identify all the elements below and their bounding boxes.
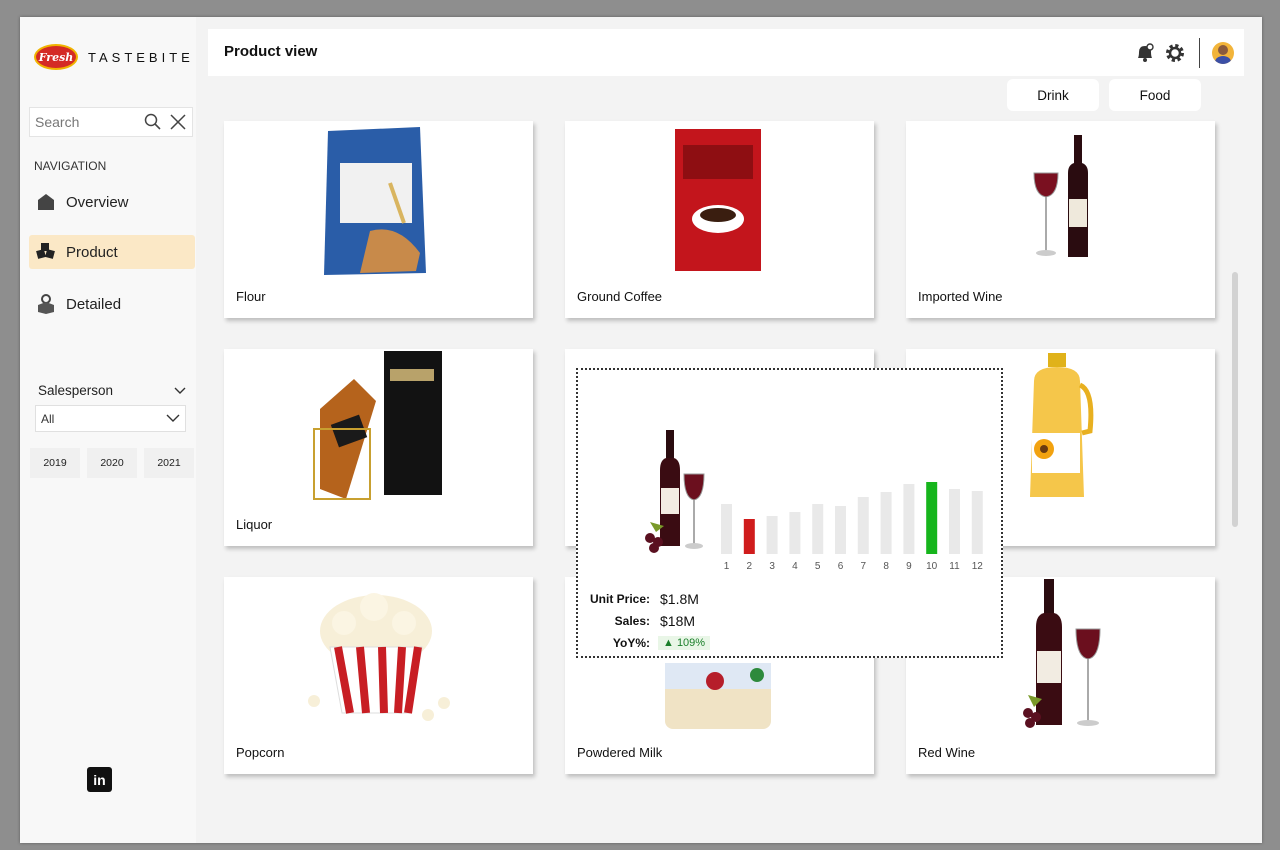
monthly-sales-chart: 1 2 3 4 5 6 7 8 9 10 11 12	[721, 482, 984, 572]
flour-image	[324, 127, 426, 275]
brand-logo: Fresh TASTEBITE	[34, 44, 194, 70]
oil-bottle-image	[1030, 353, 1094, 497]
bar-month-6	[835, 506, 846, 554]
bar-month-11	[949, 489, 960, 554]
x-tick-label: 3	[769, 561, 775, 572]
red-wine-image	[1023, 579, 1101, 728]
unit-price-row: Unit Price: $1.8M	[586, 588, 710, 610]
salesperson-slicer-header[interactable]: Salesperson	[38, 383, 186, 398]
x-tick-label: 1	[724, 561, 730, 572]
yoy-value-badge: ▲ 109%	[658, 636, 711, 650]
product-label: Popcorn	[236, 745, 285, 760]
yoy-label: YoY%:	[612, 636, 650, 650]
food-filter-button[interactable]: Food	[1109, 79, 1201, 111]
search-icon[interactable]	[142, 111, 164, 133]
x-tick-label: 11	[949, 561, 960, 572]
year-button-2020[interactable]: 2020	[87, 448, 137, 478]
milk-tin-image	[665, 663, 771, 729]
year-button-2019[interactable]: 2019	[30, 448, 80, 478]
x-tick-label: 9	[906, 561, 912, 572]
page-title: Product view	[224, 43, 318, 60]
brand-badge: Fresh	[34, 44, 78, 70]
year-button-2021[interactable]: 2021	[144, 448, 194, 478]
clear-icon[interactable]	[167, 111, 189, 133]
popcorn-image	[308, 593, 450, 721]
bar-month-9	[903, 484, 915, 554]
product-tooltip: 1 2 3 4 5 6 7 8 9 10 11 12 Unit Price: $1.8M Sales:…	[576, 368, 1003, 658]
product-card-imported-wine[interactable]: Imported Wine	[906, 121, 1215, 318]
unit-price-label: Unit Price:	[589, 592, 650, 606]
nav-item-label: Product	[66, 243, 118, 261]
bell-icon[interactable]	[1133, 41, 1157, 65]
avatar[interactable]	[1212, 42, 1234, 64]
product-label: Powdered Milk	[577, 745, 663, 760]
app-window: Fresh TASTEBITE Search NAVIGATION Overvi…	[20, 17, 1262, 843]
tooltip-wine-image	[645, 430, 705, 553]
x-tick-label: 8	[883, 561, 889, 572]
x-tick-label: 2	[747, 561, 753, 572]
wine-bottle-image	[1033, 135, 1088, 257]
bar-month-10	[926, 482, 938, 554]
bar-month-3	[766, 516, 778, 554]
search-box[interactable]: Search	[29, 107, 193, 137]
salesperson-label: Salesperson	[38, 383, 114, 398]
bar-month-1	[721, 504, 732, 554]
x-tick-label: 4	[792, 561, 798, 572]
nav-item-overview[interactable]: Overview	[29, 185, 195, 219]
vertical-scrollbar[interactable]	[1232, 272, 1238, 527]
bar-month-5	[812, 504, 824, 554]
product-label: Red Wine	[918, 745, 976, 760]
x-tick-label: 7	[861, 561, 867, 572]
nav-item-label: Detailed	[66, 295, 122, 313]
bar-month-12	[971, 491, 983, 554]
gear-box-icon	[35, 293, 57, 315]
product-label: Ground Coffee	[577, 289, 663, 304]
product-label: Flour	[236, 289, 266, 304]
navigation-title: NAVIGATION	[34, 159, 107, 173]
product-label: Liquor	[236, 517, 273, 532]
x-tick-label: 12	[972, 561, 984, 572]
bar-month-7	[857, 497, 869, 554]
chevron-down-icon[interactable]	[174, 383, 186, 398]
product-label: Imported Wine	[918, 289, 1003, 304]
brand-name: TASTEBITE	[88, 49, 194, 65]
header-actions	[1133, 38, 1234, 68]
chevron-down-icon	[166, 412, 180, 426]
yoy-row: YoY%: ▲ 109%	[586, 632, 711, 654]
nav-item-label: Overview	[66, 193, 129, 211]
product-card-popcorn[interactable]: Popcorn	[224, 577, 533, 774]
tooltip-metrics: Unit Price: $1.8M Sales: $18M YoY%: ▲ 10…	[586, 588, 711, 654]
nav-item-product[interactable]: Product	[29, 235, 195, 269]
sales-label: Sales:	[614, 614, 650, 628]
product-card-liquor[interactable]: Liquor	[224, 349, 533, 546]
unit-price-value: $1.8M	[660, 591, 699, 607]
product-card-ground-coffee[interactable]: Ground Coffee	[565, 121, 874, 318]
x-tick-label: 10	[926, 561, 938, 572]
drink-filter-button[interactable]: Drink	[1007, 79, 1099, 111]
x-tick-label: 6	[838, 561, 844, 572]
header-divider	[1199, 38, 1200, 68]
gear-icon[interactable]	[1163, 41, 1187, 65]
product-card-flour[interactable]: Flour	[224, 121, 533, 318]
sales-value: $18M	[660, 613, 696, 629]
year-slicer: 2019 2020 2021	[30, 448, 194, 478]
salesperson-value: All	[41, 411, 55, 426]
salesperson-dropdown[interactable]: All	[35, 405, 186, 432]
nav-item-detailed[interactable]: Detailed	[29, 287, 195, 321]
search-input[interactable]: Search	[35, 114, 142, 130]
header-bar: Product view	[208, 29, 1244, 76]
x-tick-label: 5	[815, 561, 821, 572]
liquor-image	[313, 351, 442, 500]
boxes-icon	[35, 241, 57, 263]
bar-month-2	[743, 519, 755, 554]
house-icon	[35, 191, 57, 213]
linkedin-icon[interactable]: in	[87, 767, 112, 792]
sidebar: Fresh TASTEBITE Search NAVIGATION Overvi…	[20, 17, 196, 843]
sales-row: Sales: $18M	[586, 610, 710, 632]
bar-month-8	[880, 492, 892, 554]
coffee-package-image	[675, 129, 761, 271]
bar-month-4	[789, 512, 801, 554]
